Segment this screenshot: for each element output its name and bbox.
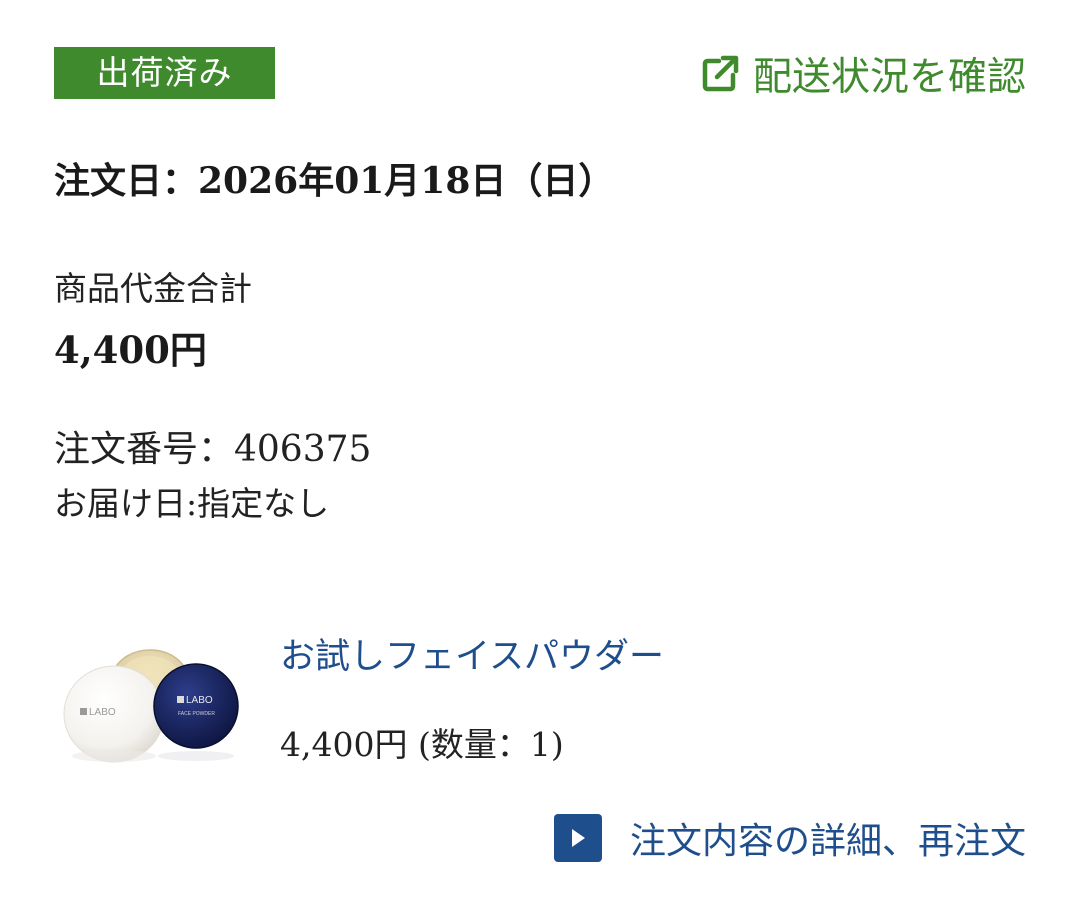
check-shipping-status-link[interactable]: 配送状況を確認 (699, 48, 1026, 100)
play-icon (553, 814, 602, 862)
order-detail-reorder-label: 注文内容の詳細、再注文 (629, 821, 1026, 862)
subtotal-label: 商品代金合計 (54, 269, 252, 308)
cap-brand-text: LABO (186, 695, 213, 706)
order-number: 注文番号：406375 (54, 429, 372, 470)
status-badge: 出荷済み (54, 47, 275, 99)
subtotal-value: 4,400円 (54, 328, 207, 372)
order-card: 出荷済み 配送状況を確認 注文日：2026年01月18日（日） 商品代金合計 4… (0, 0, 1080, 902)
product-name-link[interactable]: お試しフェイスパウダー (280, 628, 664, 679)
puff-brand-text: LABO (89, 707, 116, 718)
external-link-icon (699, 53, 741, 95)
check-shipping-status-label: 配送状況を確認 (752, 55, 1026, 100)
order-detail-reorder-link[interactable]: 注文内容の詳細、再注文 (553, 812, 1026, 864)
delivery-date: お届け日:指定なし (54, 484, 330, 523)
brand-mark (80, 708, 87, 715)
product-image[interactable]: LABO LABO FACE POWDER (62, 640, 246, 768)
product-price: 4,400円 (数量：1) (280, 725, 564, 764)
cap-sub-text: FACE POWDER (178, 711, 215, 717)
order-date: 注文日：2026年01月18日（日） (54, 160, 615, 202)
